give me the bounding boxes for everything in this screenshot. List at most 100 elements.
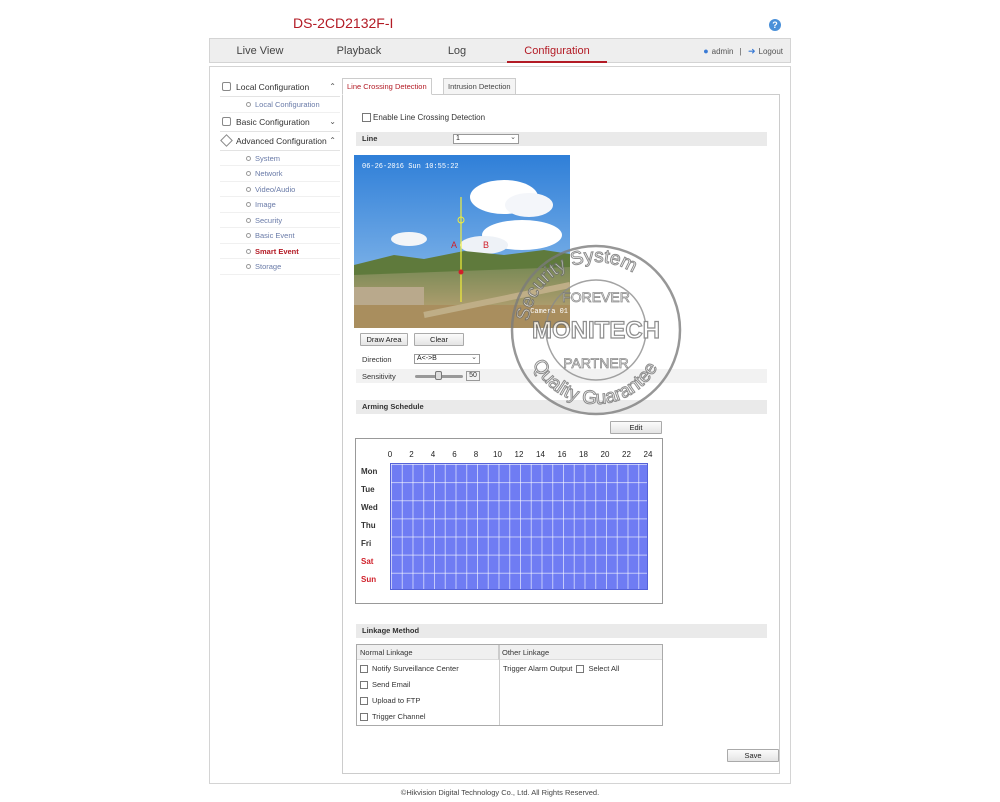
sidebar-head-label: Basic Configuration — [236, 116, 310, 127]
sidebar-item-label: System — [255, 153, 281, 163]
nav-live-view[interactable]: Live View — [210, 39, 310, 63]
bullet-icon — [246, 248, 251, 254]
sidebar-item-label: Local Configuration — [255, 100, 320, 109]
sidebar-item-basic-event[interactable]: Basic Event — [220, 228, 340, 244]
line-row: Line — [356, 132, 767, 146]
arming-schedule-title: Arming Schedule — [362, 402, 424, 411]
sidebar-item-label: Smart Event — [255, 246, 299, 256]
trigger-channel-checkbox[interactable] — [360, 713, 368, 722]
sidebar-item-image[interactable]: Image — [220, 197, 340, 213]
upload-to-ftp-checkbox[interactable] — [360, 697, 368, 706]
enable-line-crossing-checkbox[interactable] — [362, 113, 371, 123]
sidebar-item-storage[interactable]: Storage — [220, 259, 340, 275]
device-model-title: DS-2CD2132F-I — [293, 15, 394, 31]
monitor-icon — [222, 82, 231, 91]
sidebar-item-network[interactable]: Network — [220, 166, 340, 182]
notify-surveillance-center-checkbox[interactable] — [360, 665, 368, 674]
user-box: ● admin | ➜ Logout — [703, 46, 783, 57]
linkage-method-header: Linkage Method — [356, 624, 767, 638]
direction-label: Direction — [362, 355, 392, 364]
line-select[interactable]: 1 ⌄ — [453, 134, 519, 144]
chevron-down-icon: ⌄ — [510, 134, 516, 141]
hour-label: 12 — [514, 450, 524, 459]
tab-intrusion-detection[interactable]: Intrusion Detection — [443, 78, 516, 95]
sidebar-head-label: Advanced Configuration — [236, 135, 327, 146]
save-button[interactable]: Save — [727, 749, 779, 762]
sensitivity-slider-handle[interactable] — [435, 371, 442, 380]
option-label: Trigger Channel — [372, 712, 426, 721]
notify-surveillance-center-option[interactable]: Notify Surveillance Center — [360, 664, 459, 674]
day-fri: Fri — [361, 539, 372, 548]
help-icon[interactable]: ? — [769, 19, 781, 31]
username: admin — [711, 47, 734, 56]
nav-playback[interactable]: Playback — [309, 39, 409, 63]
sidebar-item-video-audio[interactable]: Video/Audio — [220, 182, 340, 197]
trigger-channel-option[interactable]: Trigger Channel — [360, 712, 426, 722]
bullet-icon — [246, 217, 251, 223]
edit-schedule-button[interactable]: Edit — [610, 421, 662, 434]
user-separator: | — [739, 47, 742, 56]
hour-label: 8 — [473, 450, 479, 459]
user-icon: ● — [703, 46, 709, 56]
sidebar-item-system[interactable]: System — [220, 151, 340, 166]
chevron-up-icon[interactable]: ⌃ — [329, 132, 336, 150]
hour-label: 6 — [452, 450, 457, 459]
bullet-icon — [246, 155, 251, 161]
linkage-method-title: Linkage Method — [362, 626, 420, 635]
chevron-down-icon[interactable]: ⌄ — [329, 113, 336, 131]
sidebar-advanced-configuration[interactable]: Advanced Configuration ⌃ — [220, 132, 340, 151]
bullet-icon — [246, 102, 251, 107]
sidebar-item-label: Security — [255, 215, 283, 225]
logout-link[interactable]: Logout — [759, 47, 783, 56]
nav-configuration[interactable]: Configuration — [507, 39, 607, 63]
bullet-icon — [246, 171, 251, 176]
direction-label-a: A — [451, 240, 458, 250]
wrench-icon — [220, 133, 233, 147]
sidebar-basic-configuration[interactable]: Basic Configuration ⌄ — [220, 113, 340, 132]
draw-area-button[interactable]: Draw Area — [360, 333, 408, 346]
day-thu: Thu — [361, 521, 376, 530]
sensitivity-label: Sensitivity — [362, 372, 396, 381]
direction-label-b: B — [483, 240, 490, 250]
send-email-checkbox[interactable] — [360, 681, 368, 690]
chevron-up-icon[interactable]: ⌃ — [329, 78, 336, 96]
normal-linkage-header: Normal Linkage — [357, 645, 499, 660]
upload-to-ftp-option[interactable]: Upload to FTP — [360, 696, 420, 706]
chevron-down-icon: ⌄ — [471, 354, 477, 361]
sensitivity-value[interactable]: 50 — [466, 371, 480, 381]
nav-log[interactable]: Log — [407, 39, 507, 63]
sidebar-item-security[interactable]: Security — [220, 213, 340, 228]
select-all-checkbox[interactable] — [576, 665, 585, 674]
other-linkage-header: Other Linkage — [499, 645, 662, 660]
sidebar: Local Configuration ⌃ Local Configuratio… — [220, 78, 340, 275]
sidebar-item-label: Storage — [255, 262, 282, 271]
bullet-icon — [246, 264, 251, 269]
select-all-label: Select All — [588, 664, 620, 673]
monitech-watermark-icon: Security System Quality Guarantee FOREVE… — [510, 244, 682, 416]
hour-label: 0 — [387, 450, 393, 459]
sidebar-local-configuration[interactable]: Local Configuration ⌃ — [220, 78, 340, 97]
day-tue: Tue — [361, 485, 375, 494]
direction-select[interactable]: A<->B ⌄ — [414, 354, 480, 364]
sidebar-item-label: Image — [255, 200, 276, 209]
send-email-option[interactable]: Send Email — [360, 680, 411, 690]
tab-line-crossing-detection[interactable]: Line Crossing Detection — [342, 78, 432, 95]
enable-line-crossing-label: Enable Line Crossing Detection — [373, 113, 486, 123]
sidebar-item-label: Basic Event — [255, 231, 295, 240]
day-wed: Wed — [361, 503, 378, 512]
sidebar-item-smart-event[interactable]: Smart Event — [220, 244, 340, 259]
hour-label: 16 — [557, 450, 567, 459]
option-label: Send Email — [372, 680, 411, 689]
enable-row: Enable Line Crossing Detection — [362, 113, 486, 123]
watermark-brand-text: MONITECH — [532, 317, 660, 344]
sidebar-head-label: Local Configuration — [236, 82, 310, 92]
schedule-grid[interactable] — [390, 463, 648, 590]
logout-icon[interactable]: ➜ — [748, 46, 756, 57]
sidebar-item-label: Network — [255, 169, 283, 178]
hour-label: 10 — [493, 450, 502, 459]
sidebar-item-local-configuration[interactable]: Local Configuration — [220, 97, 340, 113]
hour-label: 4 — [430, 450, 436, 459]
hour-label: 18 — [579, 450, 588, 459]
trigger-alarm-output-row: Trigger Alarm Output Select All — [503, 664, 620, 674]
clear-button[interactable]: Clear — [414, 333, 464, 346]
